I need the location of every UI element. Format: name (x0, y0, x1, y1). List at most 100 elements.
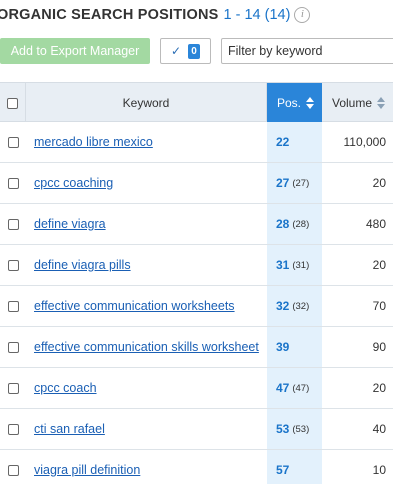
page-title: ORGANIC SEARCH POSITIONS (0, 7, 219, 23)
filter-keyword-input[interactable] (221, 38, 393, 64)
row-select-cell (0, 409, 26, 449)
volume-value: 480 (365, 217, 386, 231)
volume-cell: 70 (322, 286, 393, 326)
keyword-cell: mercado libre mexico (34, 122, 264, 162)
keyword-cell: cpcc coach (34, 368, 264, 408)
row-checkbox[interactable] (7, 218, 19, 230)
table-header: Keyword Pos. Volume (0, 82, 393, 123)
row-select-cell (0, 204, 26, 244)
keyword-link[interactable]: viagra pill definition (34, 463, 140, 477)
selected-filter-toggle[interactable]: ✓ 0 (160, 38, 211, 64)
previous-position: (31) (292, 259, 310, 271)
selected-count-badge: 0 (188, 43, 201, 59)
position-value[interactable]: 28 (276, 217, 289, 231)
table-row: mercado libre mexico 22 110,000 (0, 122, 393, 163)
position-cell: 27 (27) (267, 163, 322, 203)
volume-cell: 10 (322, 450, 393, 484)
table-row: cpcc coaching 27 (27) 20 (0, 163, 393, 204)
keyword-link[interactable]: mercado libre mexico (34, 135, 153, 149)
column-header-pos[interactable]: Pos. (267, 83, 322, 123)
position-cell: 32 (32) (267, 286, 322, 326)
position-value[interactable]: 39 (276, 340, 289, 354)
volume-value: 70 (372, 299, 386, 313)
row-checkbox[interactable] (7, 341, 19, 353)
table-body: mercado libre mexico 22 110,000 cpcc coachi… (0, 122, 393, 484)
volume-cell: 90 (322, 327, 393, 367)
keyword-cell: define viagra (34, 204, 264, 244)
position-value[interactable]: 31 (276, 258, 289, 272)
volume-cell: 20 (322, 163, 393, 203)
row-select-cell (0, 245, 26, 285)
previous-position: (32) (292, 300, 310, 312)
row-checkbox[interactable] (7, 464, 19, 476)
volume-value: 10 (372, 463, 386, 477)
position-cell: 47 (47) (267, 368, 322, 408)
volume-cell: 40 (322, 409, 393, 449)
previous-position: (53) (292, 423, 310, 435)
info-icon[interactable]: i (294, 7, 311, 23)
position-value[interactable]: 47 (276, 381, 289, 395)
position-value[interactable]: 57 (276, 463, 289, 477)
add-to-export-manager-button[interactable]: Add to Export Manager (0, 38, 150, 64)
result-range[interactable]: 1 - 14 (14) (224, 7, 291, 23)
positions-table: Keyword Pos. Volume mercado libre mexico… (0, 82, 393, 484)
volume-cell: 20 (322, 368, 393, 408)
position-cell: 57 (267, 450, 322, 484)
keyword-cell: define viagra pills (34, 245, 264, 285)
row-checkbox[interactable] (7, 382, 19, 394)
table-row: cpcc coach 47 (47) 20 (0, 368, 393, 409)
row-select-cell (0, 368, 26, 408)
keyword-cell: viagra pill definition (34, 450, 264, 484)
volume-value: 20 (372, 258, 386, 272)
keyword-link[interactable]: effective communication worksheets (34, 299, 235, 313)
volume-value: 20 (372, 381, 386, 395)
keyword-link[interactable]: define viagra pills (34, 258, 131, 272)
keyword-link[interactable]: define viagra (34, 217, 106, 231)
previous-position: (47) (292, 382, 310, 394)
position-value[interactable]: 22 (276, 135, 289, 149)
position-value[interactable]: 32 (276, 299, 289, 313)
row-checkbox[interactable] (7, 177, 19, 189)
select-all-checkbox[interactable] (7, 97, 18, 109)
page-header: ORGANIC SEARCH POSITIONS 1 - 14 (14) i (0, 5, 311, 25)
table-row: define viagra pills 31 (31) 20 (0, 245, 393, 286)
position-cell: 28 (28) (267, 204, 322, 244)
column-header-keyword[interactable]: Keyword (26, 83, 267, 123)
volume-value: 20 (372, 176, 386, 190)
row-select-cell (0, 163, 26, 203)
position-cell: 39 (267, 327, 322, 367)
row-checkbox[interactable] (7, 136, 19, 148)
sort-icon (377, 97, 386, 109)
column-header-volume[interactable]: Volume (322, 83, 393, 123)
position-cell: 53 (53) (267, 409, 322, 449)
row-checkbox[interactable] (7, 259, 19, 271)
keyword-link[interactable]: cpcc coaching (34, 176, 113, 190)
keyword-cell: effective communication worksheets (34, 286, 264, 326)
volume-value: 110,000 (343, 135, 387, 149)
keyword-cell: cpcc coaching (34, 163, 264, 203)
row-select-cell (0, 450, 26, 484)
volume-value: 40 (372, 422, 386, 436)
keyword-header-label: Keyword (122, 96, 170, 110)
keyword-link[interactable]: effective communication skills worksheet (34, 340, 259, 354)
table-row: cti san rafael 53 (53) 40 (0, 409, 393, 450)
position-cell: 31 (31) (267, 245, 322, 285)
keyword-link[interactable]: cti san rafael (34, 422, 105, 436)
position-value[interactable]: 53 (276, 422, 289, 436)
table-row: viagra pill definition 57 10 (0, 450, 393, 484)
volume-cell: 110,000 (322, 122, 393, 162)
volume-cell: 480 (322, 204, 393, 244)
row-select-cell (0, 286, 26, 326)
table-row: effective communication worksheets 32 (32)… (0, 286, 393, 327)
volume-value: 90 (372, 340, 386, 354)
row-select-cell (0, 122, 26, 162)
row-checkbox[interactable] (7, 423, 19, 435)
table-row: effective communication skills worksheet… (0, 327, 393, 368)
keyword-link[interactable]: cpcc coach (34, 381, 97, 395)
row-select-cell (0, 327, 26, 367)
sort-icon (306, 97, 315, 109)
row-checkbox[interactable] (7, 300, 19, 312)
volume-header-label: Volume (332, 96, 373, 110)
position-value[interactable]: 27 (276, 176, 289, 190)
table-row: define viagra 28 (28) 480 (0, 204, 393, 245)
